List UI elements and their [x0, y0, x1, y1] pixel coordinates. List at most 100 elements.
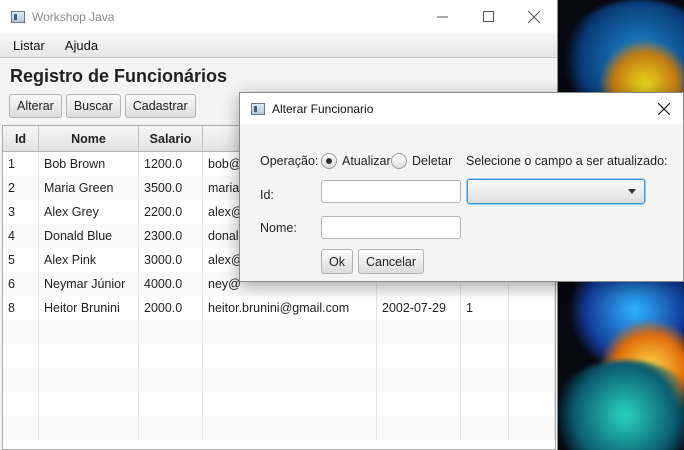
window-title: Workshop Java [32, 9, 115, 24]
id-input[interactable] [321, 180, 461, 203]
table-cell [509, 296, 555, 320]
table-cell: 1 [461, 296, 509, 320]
table-cell [203, 368, 377, 392]
table-cell: 4000.0 [139, 272, 203, 296]
table-cell [39, 392, 139, 416]
radio-deletar-label[interactable]: Deletar [412, 154, 452, 168]
table-cell [377, 320, 461, 344]
table-cell [377, 368, 461, 392]
nome-label: Nome: [260, 221, 297, 235]
radio-deletar[interactable] [391, 153, 407, 169]
java-app-icon [251, 102, 265, 115]
table-cell: Heitor Brunini [39, 296, 139, 320]
table-cell [3, 320, 39, 344]
table-cell [3, 368, 39, 392]
table-cell: 1200.0 [139, 152, 203, 176]
maximize-icon [482, 11, 494, 22]
table-cell [377, 344, 461, 368]
table-cell: 2200.0 [139, 200, 203, 224]
table-cell [39, 368, 139, 392]
alterar-button[interactable]: Alterar [9, 94, 62, 118]
column-header-nome[interactable]: Nome [39, 126, 139, 151]
table-cell [139, 368, 203, 392]
table-cell [39, 344, 139, 368]
table-cell: 2300.0 [139, 224, 203, 248]
table-cell [377, 392, 461, 416]
table-cell: Bob Brown [39, 152, 139, 176]
table-cell [203, 320, 377, 344]
radio-atualizar-label[interactable]: Atualizar [342, 154, 391, 168]
table-cell [39, 320, 139, 344]
radio-selected-dot [326, 158, 332, 164]
empty-table-row[interactable] [3, 416, 555, 440]
table-cell [139, 320, 203, 344]
menu-ajuda[interactable]: Ajuda [64, 38, 99, 53]
table-cell [509, 392, 555, 416]
dialog-titlebar[interactable]: Alterar Funcionario [240, 93, 683, 124]
dialog-close-button[interactable] [653, 98, 675, 120]
close-icon [528, 10, 540, 23]
table-cell [461, 320, 509, 344]
column-header-id[interactable]: Id [3, 126, 39, 151]
cancelar-button[interactable]: Cancelar [358, 249, 425, 274]
operacao-label: Operação: [260, 154, 319, 168]
table-cell [139, 344, 203, 368]
table-cell [203, 416, 377, 440]
table-cell [461, 392, 509, 416]
table-cell [3, 392, 39, 416]
table-cell [461, 344, 509, 368]
table-cell: 1 [3, 152, 39, 176]
dialog-title: Alterar Funcionario [272, 101, 374, 116]
table-cell: Donald Blue [39, 224, 139, 248]
table-cell [139, 392, 203, 416]
main-titlebar[interactable]: Workshop Java [0, 0, 557, 33]
table-cell [139, 416, 203, 440]
column-header-salario[interactable]: Salario [139, 126, 203, 151]
table-cell: 4 [3, 224, 39, 248]
table-cell: 3500.0 [139, 176, 203, 200]
table-cell: 2002-07-29 [377, 296, 461, 320]
buscar-button[interactable]: Buscar [65, 94, 121, 118]
empty-table-row[interactable] [3, 320, 555, 344]
radio-atualizar[interactable] [321, 153, 337, 169]
page-title: Registro de Funcionários [10, 66, 228, 86]
alterar-dialog: Alterar Funcionario Operação: Atualizar … [239, 92, 684, 282]
menubar: Listar Ajuda [0, 33, 557, 58]
table-cell [3, 416, 39, 440]
table-cell [509, 320, 555, 344]
table-cell: Neymar Júnior [39, 272, 139, 296]
maximize-button[interactable] [465, 0, 511, 33]
table-row[interactable]: 8 Heitor Brunini 2000.0 heitor.brunini@gmai… [3, 296, 555, 320]
id-label: Id: [260, 188, 274, 202]
table-cell [509, 416, 555, 440]
minimize-icon [436, 16, 448, 18]
close-icon [658, 103, 670, 115]
close-button[interactable] [511, 0, 557, 33]
table-cell: Alex Pink [39, 248, 139, 272]
table-cell [461, 368, 509, 392]
table-cell: Alex Grey [39, 200, 139, 224]
cadastrar-button[interactable]: Cadastrar [124, 94, 196, 118]
table-cell: Maria Green [39, 176, 139, 200]
empty-table-row[interactable] [3, 392, 555, 416]
java-app-icon [11, 10, 25, 23]
campo-combobox[interactable] [467, 179, 645, 204]
menu-listar[interactable]: Listar [12, 38, 46, 53]
ok-button[interactable]: Ok [321, 249, 353, 274]
campo-label: Selecione o campo a ser atualizado: [466, 154, 668, 168]
table-cell: 2000.0 [139, 296, 203, 320]
table-cell [509, 368, 555, 392]
minimize-button[interactable] [419, 0, 465, 33]
table-cell [461, 416, 509, 440]
nome-input[interactable] [321, 216, 461, 239]
table-cell [377, 416, 461, 440]
table-cell: 6 [3, 272, 39, 296]
table-cell: heitor.brunini@gmail.com [203, 296, 377, 320]
table-cell [3, 344, 39, 368]
table-cell [203, 392, 377, 416]
table-cell [203, 344, 377, 368]
table-cell: 2 [3, 176, 39, 200]
empty-table-row[interactable] [3, 368, 555, 392]
empty-table-row[interactable] [3, 344, 555, 368]
table-cell [39, 416, 139, 440]
